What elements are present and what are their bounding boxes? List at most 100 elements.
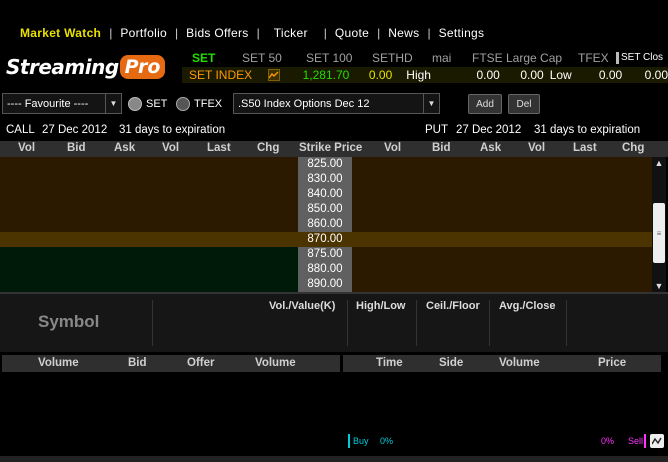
col-put-ask[interactable]: Ask: [480, 142, 501, 154]
put-date: 27 Dec 2012: [456, 124, 522, 136]
col-put-bid[interactable]: Bid: [432, 142, 451, 154]
put-label: PUT: [425, 124, 448, 136]
menu-ticker[interactable]: Ticker: [262, 26, 322, 40]
low-value-1: 0.00: [598, 68, 623, 82]
chevron-down-icon[interactable]: ▼: [105, 94, 121, 113]
menu-separator: |: [427, 26, 431, 40]
scroll-thumb[interactable]: ≡: [653, 203, 665, 263]
panel-divider: [416, 300, 417, 346]
buy-bar: [348, 434, 350, 448]
series-select[interactable]: .S50 Index Options Dec 12 ▼: [233, 93, 440, 114]
series-select-value: .S50 Index Options Dec 12: [238, 97, 370, 110]
col-call-ask[interactable]: Ask: [114, 142, 135, 154]
option-row[interactable]: 860.00: [0, 217, 652, 232]
col-put-vol2[interactable]: Vol: [528, 142, 545, 154]
index-value: 1,281.70: [302, 68, 350, 82]
col-strike-price[interactable]: Strike Price: [299, 142, 362, 154]
col-offer-volume[interactable]: Volume: [255, 357, 296, 369]
panel-divider: [566, 300, 567, 346]
menu-quote[interactable]: Quote: [329, 26, 375, 40]
del-button[interactable]: Del: [508, 94, 540, 114]
tab-set50[interactable]: SET 50: [242, 51, 306, 65]
col-put-chg[interactable]: Chg: [622, 142, 644, 154]
col-side[interactable]: Side: [439, 357, 463, 369]
tab-set100[interactable]: SET 100: [306, 51, 372, 65]
streaming-pro-logo: Streaming Pro: [6, 52, 166, 82]
radio-set[interactable]: [128, 97, 142, 111]
main-menu: Market Watch | Portfolio | Bids Offers |…: [0, 22, 668, 44]
low-label: Low: [549, 68, 572, 82]
col-call-chg[interactable]: Chg: [257, 142, 279, 154]
col-call-vol[interactable]: Vol: [18, 142, 35, 154]
sell-percent: 0%: [601, 436, 615, 446]
menu-news[interactable]: News: [382, 26, 425, 40]
filter-controls: ---- Favourite ---- ▼ SET TFEX .S50 Inde…: [0, 92, 668, 116]
option-row[interactable]: 840.00: [0, 187, 652, 202]
sell-label: Sell: [628, 436, 644, 446]
strike-price: 870.00: [298, 232, 352, 247]
scroll-up-icon[interactable]: ▲: [652, 157, 666, 169]
trend-chart-icon[interactable]: [268, 69, 281, 81]
vol-value-label: Vol./Value(K): [269, 300, 336, 312]
panel-divider: [489, 300, 490, 346]
index-name[interactable]: SET INDEX: [182, 68, 268, 82]
menu-settings[interactable]: Settings: [433, 26, 491, 40]
col-offer[interactable]: Offer: [187, 357, 214, 369]
bid-offer-header: Volume Bid Offer Volume: [2, 355, 340, 372]
col-call-bid[interactable]: Bid: [67, 142, 86, 154]
menu-separator: |: [109, 26, 113, 40]
col-price[interactable]: Price: [598, 357, 626, 369]
option-row[interactable]: 870.00: [0, 232, 652, 247]
buy-label: Buy: [353, 436, 369, 446]
menu-bids-offers[interactable]: Bids Offers: [180, 26, 254, 40]
menu-market-watch[interactable]: Market Watch: [14, 26, 107, 40]
high-low-label: High/Low: [356, 300, 406, 312]
chevron-down-icon[interactable]: ▼: [423, 94, 439, 113]
chart-toggle-icon[interactable]: [650, 434, 664, 448]
favourite-select[interactable]: ---- Favourite ---- ▼: [2, 93, 122, 114]
option-row[interactable]: 830.00: [0, 172, 652, 187]
col-bid[interactable]: Bid: [128, 357, 147, 369]
menu-portfolio[interactable]: Portfolio: [114, 26, 173, 40]
scroll-down-icon[interactable]: ▼: [652, 280, 666, 292]
radio-tfex[interactable]: [176, 97, 190, 111]
call-days: 31 days to expiration: [119, 124, 226, 136]
buy-sell-indicator: Buy 0% 0% Sell: [348, 434, 668, 450]
strike-price: 890.00: [298, 277, 352, 292]
option-row[interactable]: 825.00: [0, 157, 652, 172]
put-days: 31 days to expiration: [534, 124, 641, 136]
buy-percent: 0%: [380, 436, 394, 446]
col-call-last[interactable]: Last: [207, 142, 231, 154]
tab-tfex[interactable]: TFEX: [578, 51, 616, 65]
strike-price: 840.00: [298, 187, 352, 202]
avg-close-label: Avg./Close: [499, 300, 556, 312]
menu-separator: |: [256, 26, 260, 40]
col-put-vol[interactable]: Vol: [384, 142, 401, 154]
ceil-floor-label: Ceil./Floor: [426, 300, 480, 312]
option-row[interactable]: 880.00: [0, 262, 652, 277]
strike-price: 825.00: [298, 157, 352, 172]
index-summary-row: SET INDEX 1,281.70 0.00 High 0.00 0.00 L…: [182, 67, 668, 83]
col-bid-volume[interactable]: Volume: [38, 357, 79, 369]
col-put-last[interactable]: Last: [573, 142, 597, 154]
index-change: 0.00: [368, 68, 393, 82]
panel-divider: [347, 300, 348, 346]
col-call-vol2[interactable]: Vol: [162, 142, 179, 154]
tab-set[interactable]: SET: [192, 51, 242, 65]
option-row[interactable]: 890.00: [0, 277, 652, 292]
option-chain-scrollbar[interactable]: ▲ ≡ ▼: [652, 157, 666, 292]
option-row[interactable]: 875.00: [0, 247, 652, 262]
tab-mai[interactable]: mai: [432, 51, 472, 65]
add-button[interactable]: Add: [468, 94, 502, 114]
option-row[interactable]: 850.00: [0, 202, 652, 217]
high-value-1: 0.00: [476, 68, 500, 82]
col-time[interactable]: Time: [376, 357, 403, 369]
col-volume[interactable]: Volume: [499, 357, 540, 369]
menu-separator: |: [377, 26, 381, 40]
tab-ftse-large-cap[interactable]: FTSE Large Cap: [472, 51, 578, 65]
favourite-select-value: ---- Favourite ----: [7, 97, 89, 110]
market-status: SET Clos: [621, 52, 664, 63]
tab-sethd[interactable]: SETHD: [372, 51, 432, 65]
call-date: 27 Dec 2012: [42, 124, 108, 136]
market-status-marker: [616, 51, 619, 64]
